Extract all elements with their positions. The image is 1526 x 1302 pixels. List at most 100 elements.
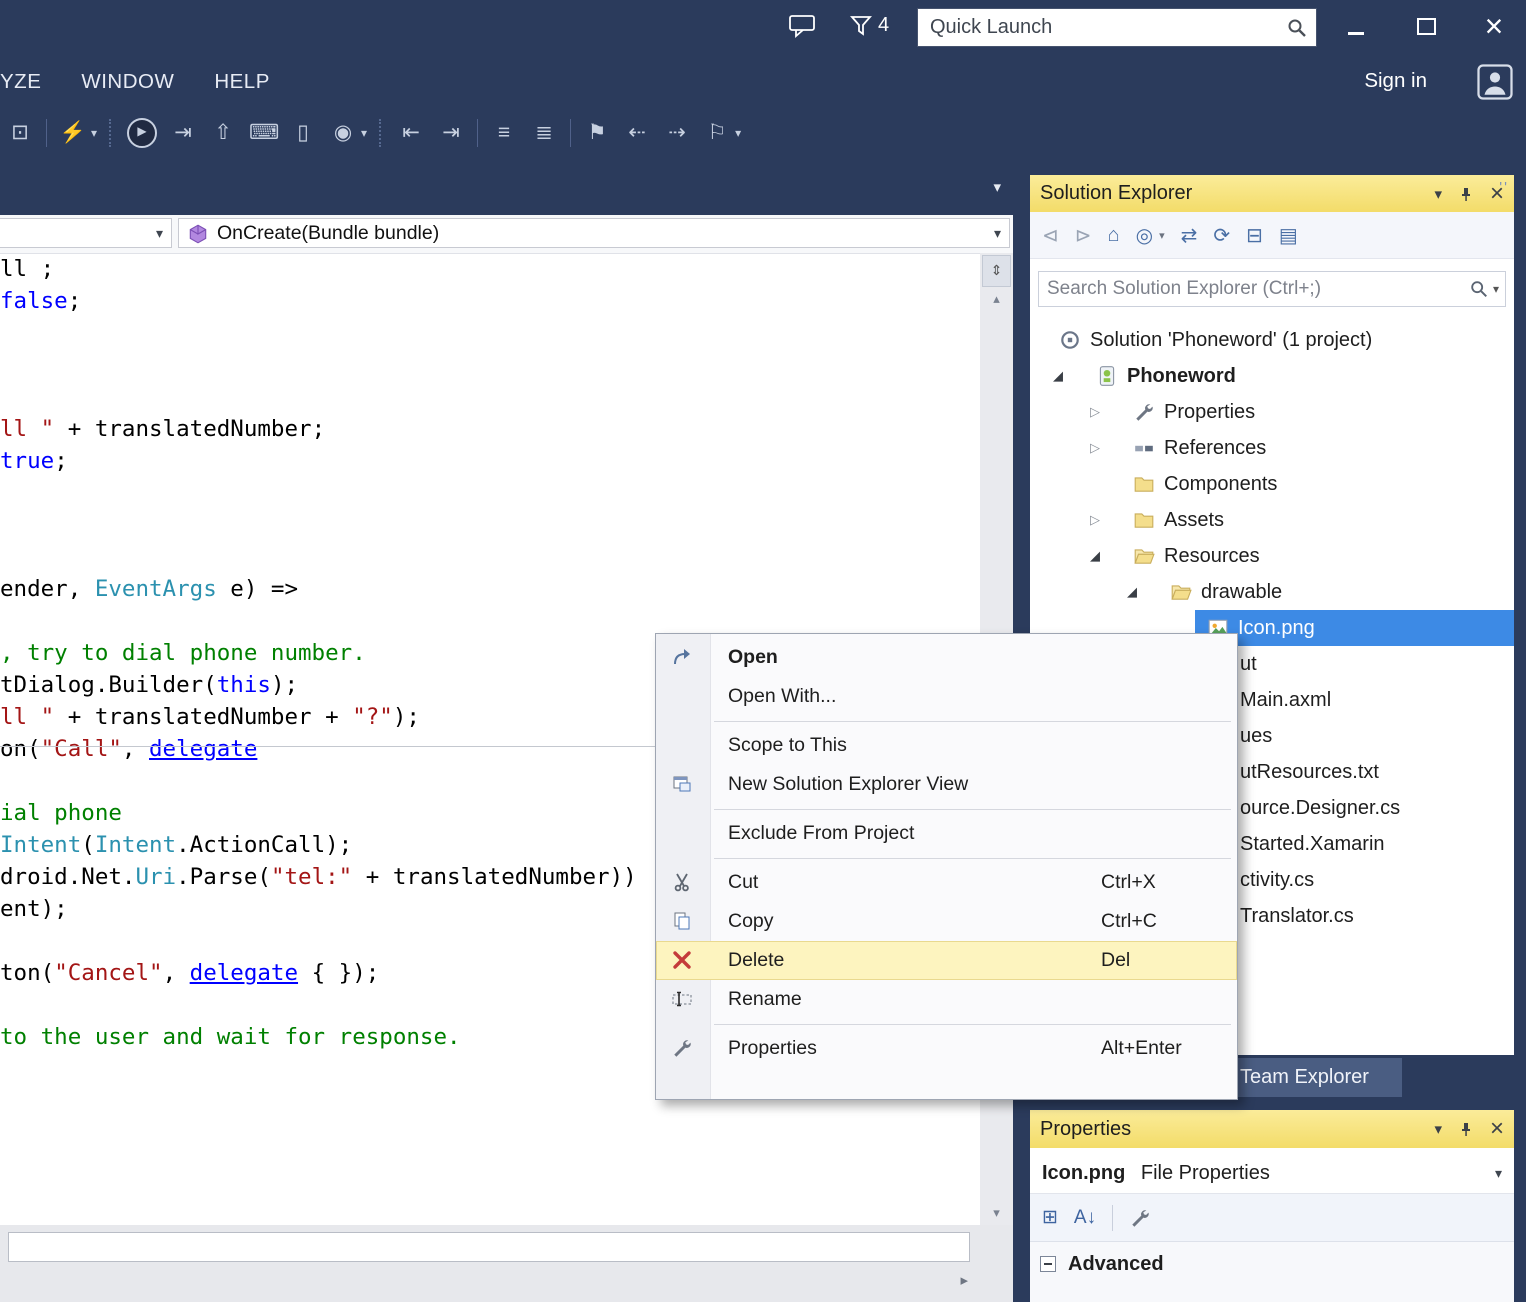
- tree-item-components[interactable]: Components: [1030, 466, 1514, 502]
- context-menu-item-properties[interactable]: PropertiesAlt+Enter: [656, 1029, 1237, 1068]
- splitter-handle[interactable]: ⇕: [982, 255, 1011, 287]
- window-position-icon[interactable]: ▾: [1434, 185, 1442, 203]
- tree-item-solution-phoneword-1-project[interactable]: Solution 'Phoneword' (1 project): [1030, 322, 1514, 358]
- preview-selected-items-icon[interactable]: ▤: [1279, 223, 1298, 248]
- scope-icon[interactable]: ◎: [1136, 223, 1153, 248]
- menu-item-label: Cut: [728, 863, 758, 902]
- folder-open-icon: [1133, 545, 1155, 567]
- user-avatar-icon[interactable]: [1477, 62, 1513, 107]
- notifications-filter-icon[interactable]: [850, 14, 872, 43]
- property-pages-icon[interactable]: [1129, 1207, 1151, 1229]
- code-line: ll ;: [0, 253, 54, 285]
- navigate-back-icon[interactable]: ⇤: [397, 118, 425, 148]
- context-menu-item-exclude-from-project[interactable]: Exclude From Project: [656, 814, 1237, 853]
- close-window-button[interactable]: ×: [1474, 6, 1514, 46]
- scroll-right-icon[interactable]: ▸: [960, 1271, 968, 1289]
- refresh-icon[interactable]: ⟳: [1213, 223, 1230, 248]
- context-menu-item-scope-to-this[interactable]: Scope to This: [656, 726, 1237, 765]
- tree-item-phoneword[interactable]: ◢ Phoneword: [1030, 358, 1514, 394]
- expanded-arrow-icon[interactable]: ◢: [1124, 574, 1140, 610]
- navigate-forward-icon[interactable]: ⇥: [437, 118, 465, 148]
- menu-item-yze[interactable]: YZE: [0, 70, 41, 94]
- install-package-icon[interactable]: ⇧: [209, 118, 237, 148]
- context-menu-item-new-solution-explorer-view[interactable]: New Solution Explorer View: [656, 765, 1237, 804]
- context-menu-item-delete[interactable]: DeleteDel: [656, 941, 1237, 980]
- members-dropdown[interactable]: OnCreate(Bundle bundle) ▾: [178, 218, 1010, 248]
- collapse-icon[interactable]: [1040, 1256, 1056, 1272]
- expanded-arrow-icon[interactable]: ◢: [1050, 358, 1066, 394]
- chevron-down-icon[interactable]: ▾: [1493, 282, 1499, 296]
- horizontal-scrollbar[interactable]: ▸: [0, 1225, 1013, 1302]
- search-icon[interactable]: [1286, 17, 1308, 39]
- home-icon[interactable]: ⌂: [1108, 224, 1120, 247]
- properties-section-advanced[interactable]: Advanced: [1030, 1242, 1514, 1302]
- back-icon[interactable]: ⊲: [1042, 223, 1059, 248]
- chevron-down-icon[interactable]: ▾: [1159, 229, 1165, 242]
- forward-icon[interactable]: ⊳: [1075, 223, 1092, 248]
- tree-item-label: Icon.png: [1238, 610, 1315, 646]
- toolbar-dropdown-icon[interactable]: ▾: [361, 126, 367, 140]
- toggle-bookmark-icon[interactable]: ⚑: [583, 118, 611, 148]
- sync-with-active-document-icon[interactable]: ⇄: [1181, 223, 1198, 248]
- line-indent-icon[interactable]: ≡: [490, 118, 518, 148]
- line-outdent-icon[interactable]: ≣: [530, 118, 558, 148]
- collapse-all-icon[interactable]: ⊟: [1246, 223, 1263, 248]
- sign-in-link[interactable]: Sign in: [1364, 69, 1427, 93]
- collapsed-arrow-icon[interactable]: ▷: [1087, 430, 1103, 466]
- console-icon[interactable]: ⌨: [249, 118, 277, 148]
- collapsed-arrow-icon[interactable]: ▷: [1087, 394, 1103, 430]
- deploy-icon[interactable]: ⇥: [169, 118, 197, 148]
- context-menu-item-cut[interactable]: CutCtrl+X: [656, 863, 1237, 902]
- object-selector[interactable]: Icon.png File Properties ▾: [1030, 1152, 1514, 1194]
- attach-icon[interactable]: ⚡: [59, 118, 87, 148]
- feedback-icon[interactable]: [788, 14, 816, 43]
- expanded-arrow-icon[interactable]: ◢: [1087, 538, 1103, 574]
- tree-item-properties[interactable]: ▷Properties: [1030, 394, 1514, 430]
- folder-open-icon: [1170, 581, 1192, 603]
- context-menu-item-open[interactable]: Open: [656, 638, 1237, 677]
- toolbar-dropdown-icon[interactable]: ▾: [91, 126, 97, 140]
- menu-item-help[interactable]: HELP: [214, 70, 270, 94]
- search-icon[interactable]: [1469, 279, 1489, 299]
- next-bookmark-icon[interactable]: ⇢: [663, 118, 691, 148]
- tree-item-resources[interactable]: ◢Resources: [1030, 538, 1514, 574]
- menu-item-shortcut: Ctrl+C: [1101, 902, 1157, 941]
- quick-launch: [917, 8, 1317, 47]
- context-menu-item-rename[interactable]: Rename: [656, 980, 1237, 1019]
- device-icon[interactable]: ▯: [289, 118, 317, 148]
- tree-item-assets[interactable]: ▷Assets: [1030, 502, 1514, 538]
- menu-item-window[interactable]: WINDOW: [81, 70, 174, 94]
- collapsed-arrow-icon[interactable]: ▷: [1087, 502, 1103, 538]
- menu-item-label: Open: [728, 638, 778, 677]
- tree-item-label: Phoneword: [1127, 358, 1236, 394]
- minimize-button[interactable]: [1336, 6, 1376, 46]
- solution-search-input[interactable]: [1039, 277, 1469, 301]
- scrollbar-thumb[interactable]: [8, 1232, 970, 1262]
- context-menu-item-open-with[interactable]: Open With...: [656, 677, 1237, 716]
- emulator-icon[interactable]: ◉: [329, 118, 357, 148]
- pin-icon[interactable]: [1458, 1121, 1474, 1137]
- clear-bookmarks-icon[interactable]: ⚐: [703, 118, 731, 148]
- alphabetical-icon[interactable]: A↓: [1074, 1207, 1096, 1229]
- adornment-line: [0, 746, 657, 747]
- properties-header: Properties ▾ ×: [1030, 1110, 1514, 1148]
- prev-bookmark-icon[interactable]: ⇠: [623, 118, 651, 148]
- window-position-icon[interactable]: ▾: [1434, 1120, 1442, 1138]
- scroll-up-icon[interactable]: ▴: [980, 291, 1013, 307]
- tree-item-drawable[interactable]: ◢drawable: [1030, 574, 1514, 610]
- pin-icon[interactable]: [1458, 186, 1474, 202]
- scroll-down-icon[interactable]: ▾: [980, 1205, 1013, 1221]
- dock-window-icon[interactable]: ⊡: [6, 118, 34, 148]
- tab-overflow-icon[interactable]: ▾: [993, 178, 1001, 196]
- tree-item-references[interactable]: ▷References: [1030, 430, 1514, 466]
- folder-icon: [1133, 509, 1155, 531]
- maximize-button[interactable]: [1406, 6, 1446, 46]
- context-menu-item-copy[interactable]: CopyCtrl+C: [656, 902, 1237, 941]
- toolbar-dropdown-icon[interactable]: ▾: [735, 126, 741, 140]
- start-debug-icon[interactable]: ▶: [127, 118, 157, 148]
- close-icon[interactable]: ×: [1490, 1120, 1504, 1138]
- quick-launch-input[interactable]: [918, 15, 1286, 40]
- types-dropdown[interactable]: ▾: [0, 218, 172, 248]
- toolbar-overflow-icon[interactable]: '': [1499, 179, 1509, 196]
- categorized-icon[interactable]: ⊞: [1042, 1206, 1058, 1229]
